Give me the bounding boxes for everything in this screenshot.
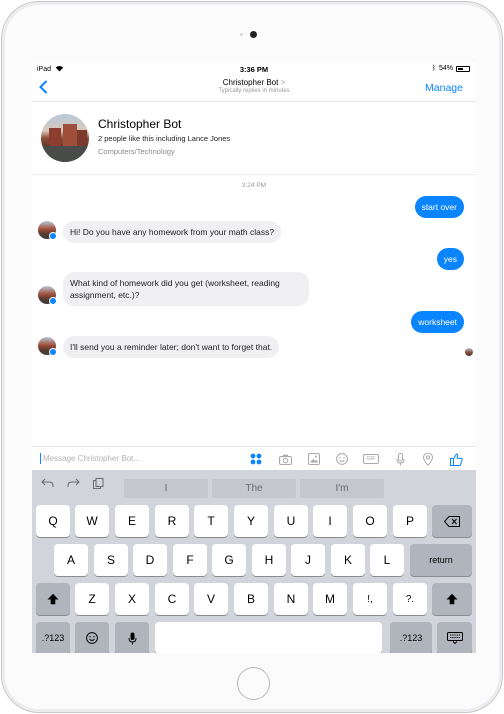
nav-title-text: Christopher Bot bbox=[222, 78, 279, 87]
key-s[interactable]: S bbox=[94, 544, 128, 576]
ipad-device: iPad 3:36 PM ᛒ 54% Christopher Bot > Typ… bbox=[1, 1, 503, 713]
home-button[interactable] bbox=[237, 667, 270, 700]
shift-icon bbox=[47, 593, 59, 605]
emoji-icon[interactable] bbox=[335, 452, 349, 466]
key-o[interactable]: O bbox=[353, 505, 387, 537]
gif-label: GIF bbox=[363, 454, 379, 464]
paste-icon[interactable] bbox=[93, 478, 104, 492]
key-f[interactable]: F bbox=[173, 544, 207, 576]
suggestion-item[interactable]: I bbox=[124, 479, 208, 498]
key-h[interactable]: H bbox=[252, 544, 286, 576]
delete-key[interactable] bbox=[432, 505, 472, 537]
front-camera bbox=[250, 31, 257, 38]
numbers-key-right[interactable]: .?123 bbox=[390, 622, 432, 653]
message-timestamp: 3:24 PM bbox=[241, 182, 267, 189]
key-p[interactable]: P bbox=[393, 505, 427, 537]
nav-title[interactable]: Christopher Bot > bbox=[32, 78, 476, 87]
microphone-icon[interactable] bbox=[393, 452, 407, 466]
profile-name: Christopher Bot bbox=[98, 117, 182, 131]
suggestion-item[interactable]: The bbox=[212, 479, 296, 498]
photo-icon[interactable] bbox=[307, 452, 321, 466]
location-icon[interactable] bbox=[421, 452, 435, 466]
key-q[interactable]: Q bbox=[36, 505, 70, 537]
numbers-key[interactable]: .?123 bbox=[36, 622, 70, 653]
message-bubble-outgoing[interactable]: start over bbox=[414, 196, 464, 218]
suggestion-item[interactable]: I'm bbox=[300, 479, 384, 498]
nav-subtitle: Typically replies in minutes bbox=[218, 88, 290, 94]
microphone-icon bbox=[128, 632, 136, 644]
message-input[interactable]: Message Christopher Bot... bbox=[40, 453, 140, 464]
key-c[interactable]: C bbox=[155, 583, 189, 615]
space-bar[interactable] bbox=[155, 622, 382, 653]
profile-likes: 2 people like this including Lance Jones bbox=[98, 134, 231, 143]
undo-icon[interactable] bbox=[41, 478, 54, 491]
profile-category: Computers/Technology bbox=[98, 147, 175, 156]
camera-icon[interactable] bbox=[278, 452, 292, 466]
gif-icon[interactable]: GIF bbox=[363, 452, 379, 466]
key-exclaim-comma[interactable]: !, bbox=[353, 583, 387, 615]
key-n[interactable]: N bbox=[274, 583, 308, 615]
message-bubble-outgoing[interactable]: worksheet bbox=[411, 311, 464, 333]
key-b[interactable]: B bbox=[234, 583, 268, 615]
key-i[interactable]: I bbox=[313, 505, 347, 537]
redo-icon[interactable] bbox=[67, 478, 80, 491]
key-g[interactable]: G bbox=[212, 544, 246, 576]
seen-indicator-avatar bbox=[465, 348, 473, 356]
key-v[interactable]: V bbox=[194, 583, 228, 615]
key-z[interactable]: Z bbox=[75, 583, 109, 615]
key-d[interactable]: D bbox=[133, 544, 167, 576]
message-bubble-outgoing[interactable]: yes bbox=[436, 248, 464, 270]
key-u[interactable]: U bbox=[274, 505, 308, 537]
sensor-dot bbox=[240, 33, 243, 36]
suggestion-bar: I The I'm bbox=[32, 470, 476, 498]
shift-key[interactable] bbox=[36, 583, 70, 615]
message-bubble-incoming[interactable]: Hi! Do you have any homework from your m… bbox=[63, 221, 282, 243]
bot-avatar[interactable] bbox=[41, 114, 89, 162]
battery-percent: 54% bbox=[438, 65, 453, 72]
messenger-badge-icon bbox=[49, 232, 57, 240]
key-y[interactable]: Y bbox=[234, 505, 268, 537]
dismiss-keyboard-key[interactable] bbox=[437, 622, 472, 653]
keyboard-dismiss-icon bbox=[446, 632, 463, 644]
shift-icon bbox=[446, 593, 458, 605]
key-j[interactable]: J bbox=[291, 544, 325, 576]
key-k[interactable]: K bbox=[331, 544, 365, 576]
chevron-right-icon: > bbox=[280, 78, 286, 87]
key-t[interactable]: T bbox=[194, 505, 228, 537]
battery-group: ᛒ 54% bbox=[432, 65, 470, 72]
emoji-icon bbox=[86, 632, 98, 644]
key-x[interactable]: X bbox=[115, 583, 149, 615]
dictation-key[interactable] bbox=[115, 622, 149, 653]
messenger-badge-icon bbox=[49, 297, 57, 305]
delete-icon bbox=[444, 515, 460, 527]
message-bubble-incoming[interactable]: What kind of homework did you get (works… bbox=[63, 272, 309, 306]
key-m[interactable]: M bbox=[313, 583, 347, 615]
emoji-key[interactable] bbox=[75, 622, 109, 653]
battery-icon bbox=[456, 65, 470, 72]
key-r[interactable]: R bbox=[155, 505, 189, 537]
thumbs-up-icon[interactable] bbox=[449, 452, 463, 466]
screen: iPad 3:36 PM ᛒ 54% Christopher Bot > Typ… bbox=[32, 62, 476, 653]
key-l[interactable]: L bbox=[370, 544, 404, 576]
return-key[interactable]: return bbox=[410, 544, 472, 576]
on-screen-keyboard: I The I'm Q W E R T Y U I O P A S D F G … bbox=[32, 470, 476, 653]
status-bar: iPad 3:36 PM ᛒ 54% bbox=[32, 62, 476, 77]
status-time: 3:36 PM bbox=[239, 65, 269, 74]
key-w[interactable]: W bbox=[75, 505, 109, 537]
key-a[interactable]: A bbox=[54, 544, 88, 576]
key-e[interactable]: E bbox=[115, 505, 149, 537]
key-question-period[interactable]: ?. bbox=[393, 583, 427, 615]
battery-fill bbox=[458, 67, 464, 70]
message-composer: Message Christopher Bot... GIF bbox=[32, 446, 476, 470]
messenger-badge-icon bbox=[49, 348, 57, 356]
profile-header: Christopher Bot 2 people like this inclu… bbox=[32, 103, 476, 175]
nav-bar: Christopher Bot > Typically replies in m… bbox=[32, 77, 476, 102]
message-bubble-incoming[interactable]: I'll send you a reminder later; don't wa… bbox=[63, 336, 280, 358]
apps-icon[interactable] bbox=[249, 452, 263, 466]
manage-button[interactable]: Manage bbox=[425, 82, 463, 94]
bluetooth-icon: ᛒ bbox=[431, 65, 436, 72]
shift-key-right[interactable] bbox=[432, 583, 472, 615]
